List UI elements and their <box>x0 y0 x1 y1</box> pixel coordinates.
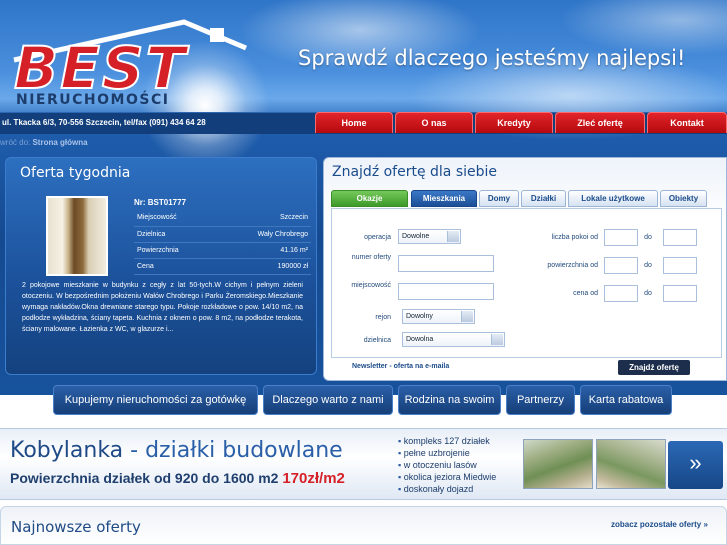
offer-details-table: Miejscowość Szczecin Dzielnica Wały Chrobr… <box>134 210 311 275</box>
detail-value: 41.16 m² <box>215 242 311 259</box>
newest-offers-section: Najnowsze oferty zobacz pozostałe oferty… <box>0 506 727 545</box>
detail-value: Wały Chrobrego <box>215 226 311 243</box>
table-row: Powierzchnia 41.16 m² <box>134 242 311 259</box>
rejon-value: Dowolny <box>406 313 433 320</box>
pow-label: powierzchnia od <box>547 262 598 269</box>
best-logo[interactable]: BEST NIERUCHOMOŚCI <box>8 8 248 108</box>
aerial-photo[interactable] <box>523 439 593 489</box>
banner-area: Powierzchnia działek od 920 do 1600 m2 <box>10 470 279 486</box>
banner-title-rest: - działki budowlane <box>130 438 343 463</box>
pokoi-from-input[interactable] <box>604 229 638 246</box>
find-offer-button[interactable]: Znajdź ofertę <box>618 360 690 375</box>
list-item: okolica jeziora Miedwie <box>398 471 497 483</box>
operacja-value: Dowolne <box>402 233 430 240</box>
cena-from-input[interactable] <box>604 285 638 302</box>
search-panel: Znajdź ofertę dla siebie Okazje Mieszkan… <box>323 157 727 381</box>
detail-label: Miejscowość <box>134 210 216 227</box>
quick-link-kupujemy[interactable]: Kupujemy nieruchomości za gotówkę <box>53 385 258 415</box>
miejscowosc-input[interactable] <box>398 283 494 300</box>
nav-zlec-oferte[interactable]: Zleć ofertę <box>555 112 645 133</box>
quick-link-karta[interactable]: Karta rabatowa <box>580 385 672 415</box>
offer-photo[interactable] <box>46 196 108 276</box>
dzielnica-label: dzielnica <box>363 337 391 344</box>
offer-of-week-panel: Oferta tygodnia Nr: BST01777 Miejscowość… <box>5 157 317 375</box>
chevron-down-icon <box>447 231 459 242</box>
aerial-photo[interactable] <box>596 439 666 489</box>
dzielnica-select[interactable]: Dowolna <box>402 332 505 347</box>
newsletter-link[interactable]: Newsletter - oferta na e-maila <box>352 363 449 370</box>
offer-of-week-title: Oferta tygodnia <box>20 165 131 181</box>
dzielnica-value: Dowolna <box>406 336 434 343</box>
newest-offers-title: Najnowsze oferty <box>11 518 141 536</box>
tab-okazje[interactable]: Okazje <box>331 190 408 207</box>
quick-link-partnerzy[interactable]: Partnerzy <box>506 385 575 415</box>
breadcrumb: wróć do: Strona główna <box>0 138 88 147</box>
numer-label: numer oferty <box>351 254 391 261</box>
numer-input[interactable] <box>398 255 494 272</box>
list-item: doskonały dojazd <box>398 483 496 495</box>
nav-home[interactable]: Home <box>315 112 393 133</box>
pow-do-label: do <box>644 262 652 269</box>
banner-features: kompleks 127 działek pełne uzbrojenie w … <box>398 435 497 495</box>
quick-link-rodzina[interactable]: Rodzina na swoim <box>398 385 501 415</box>
tab-lokale[interactable]: Lokale użytkowe <box>568 190 658 207</box>
slogan: Sprawdź dlaczego jesteśmy najlepsi! <box>298 46 686 70</box>
tab-mieszkania[interactable]: Mieszkania <box>411 190 477 207</box>
list-item: pełne uzbrojenie <box>398 447 496 459</box>
pokoi-to-input[interactable] <box>663 229 697 246</box>
operacja-label: operacja <box>364 234 391 241</box>
detail-label: Cena <box>134 258 216 275</box>
banner-subtitle: Powierzchnia działek od 920 do 1600 m2 1… <box>10 470 345 487</box>
nav-kontakt[interactable]: Kontakt <box>647 112 727 133</box>
operacja-select[interactable]: Dowolne <box>398 229 461 244</box>
logo-subtext: NIERUCHOMOŚCI <box>16 90 169 108</box>
cena-label: cena od <box>573 290 598 297</box>
tab-domy[interactable]: Domy <box>479 190 519 207</box>
detail-label: Dzielnica <box>134 226 216 243</box>
banner-title: Kobylanka - działki budowlane <box>10 438 343 463</box>
chevron-down-icon <box>461 311 473 322</box>
banner-price: 170zł/m2 <box>282 470 345 487</box>
offer-description: 2 pokojowe mieszkanie w budynku z cegły … <box>22 282 303 333</box>
table-row: Miejscowość Szczecin <box>134 210 311 227</box>
pokoi-do-label: do <box>644 234 652 241</box>
pow-from-input[interactable] <box>604 257 638 274</box>
cena-to-input[interactable] <box>663 285 697 302</box>
next-arrow-icon[interactable]: » <box>668 441 723 489</box>
offer-number[interactable]: Nr: BST01777 <box>134 198 186 207</box>
list-item: w otoczeniu lasów <box>398 459 496 471</box>
rejon-select[interactable]: Dowolny <box>402 309 475 324</box>
detail-value: Szczecin <box>215 210 311 227</box>
detail-label: Powierzchnia <box>134 242 216 259</box>
detail-value: 190000 zł <box>215 258 311 275</box>
miejscowosc-label: miejscowość <box>351 282 391 289</box>
search-form: operacja Dowolne numer oferty miejscowoś… <box>331 208 722 358</box>
nav-kredyty[interactable]: Kredyty <box>475 112 553 133</box>
breadcrumb-prefix: wróć do: <box>0 138 31 147</box>
search-title: Znajdź ofertę dla siebie <box>332 164 498 180</box>
cena-do-label: do <box>644 290 652 297</box>
pokoi-label: liczba pokoi od <box>551 234 598 241</box>
kobylanka-banner[interactable]: Kobylanka - działki budowlane Powierzchn… <box>0 428 727 500</box>
tab-obiekty[interactable]: Obiekty <box>660 190 707 207</box>
address-text: ul. Tkacka 6/3, 70-556 Szczecin, tel/fax… <box>2 118 206 127</box>
chevron-down-icon <box>491 334 503 345</box>
rejon-label: rejon <box>375 314 391 321</box>
nav-o-nas[interactable]: O nas <box>395 112 473 133</box>
table-row: Dzielnica Wały Chrobrego <box>134 226 311 243</box>
pow-to-input[interactable] <box>663 257 697 274</box>
table-row: Cena 190000 zł <box>134 258 311 275</box>
tab-dzialki[interactable]: Działki <box>521 190 566 207</box>
see-more-offers-link[interactable]: zobacz pozostałe oferty » <box>611 520 708 529</box>
breadcrumb-home-link[interactable]: Strona główna <box>32 138 87 147</box>
quick-link-dlaczego[interactable]: Dlaczego warto z nami <box>263 385 393 415</box>
banner-place: Kobylanka <box>10 438 124 463</box>
list-item: kompleks 127 działek <box>398 435 496 447</box>
